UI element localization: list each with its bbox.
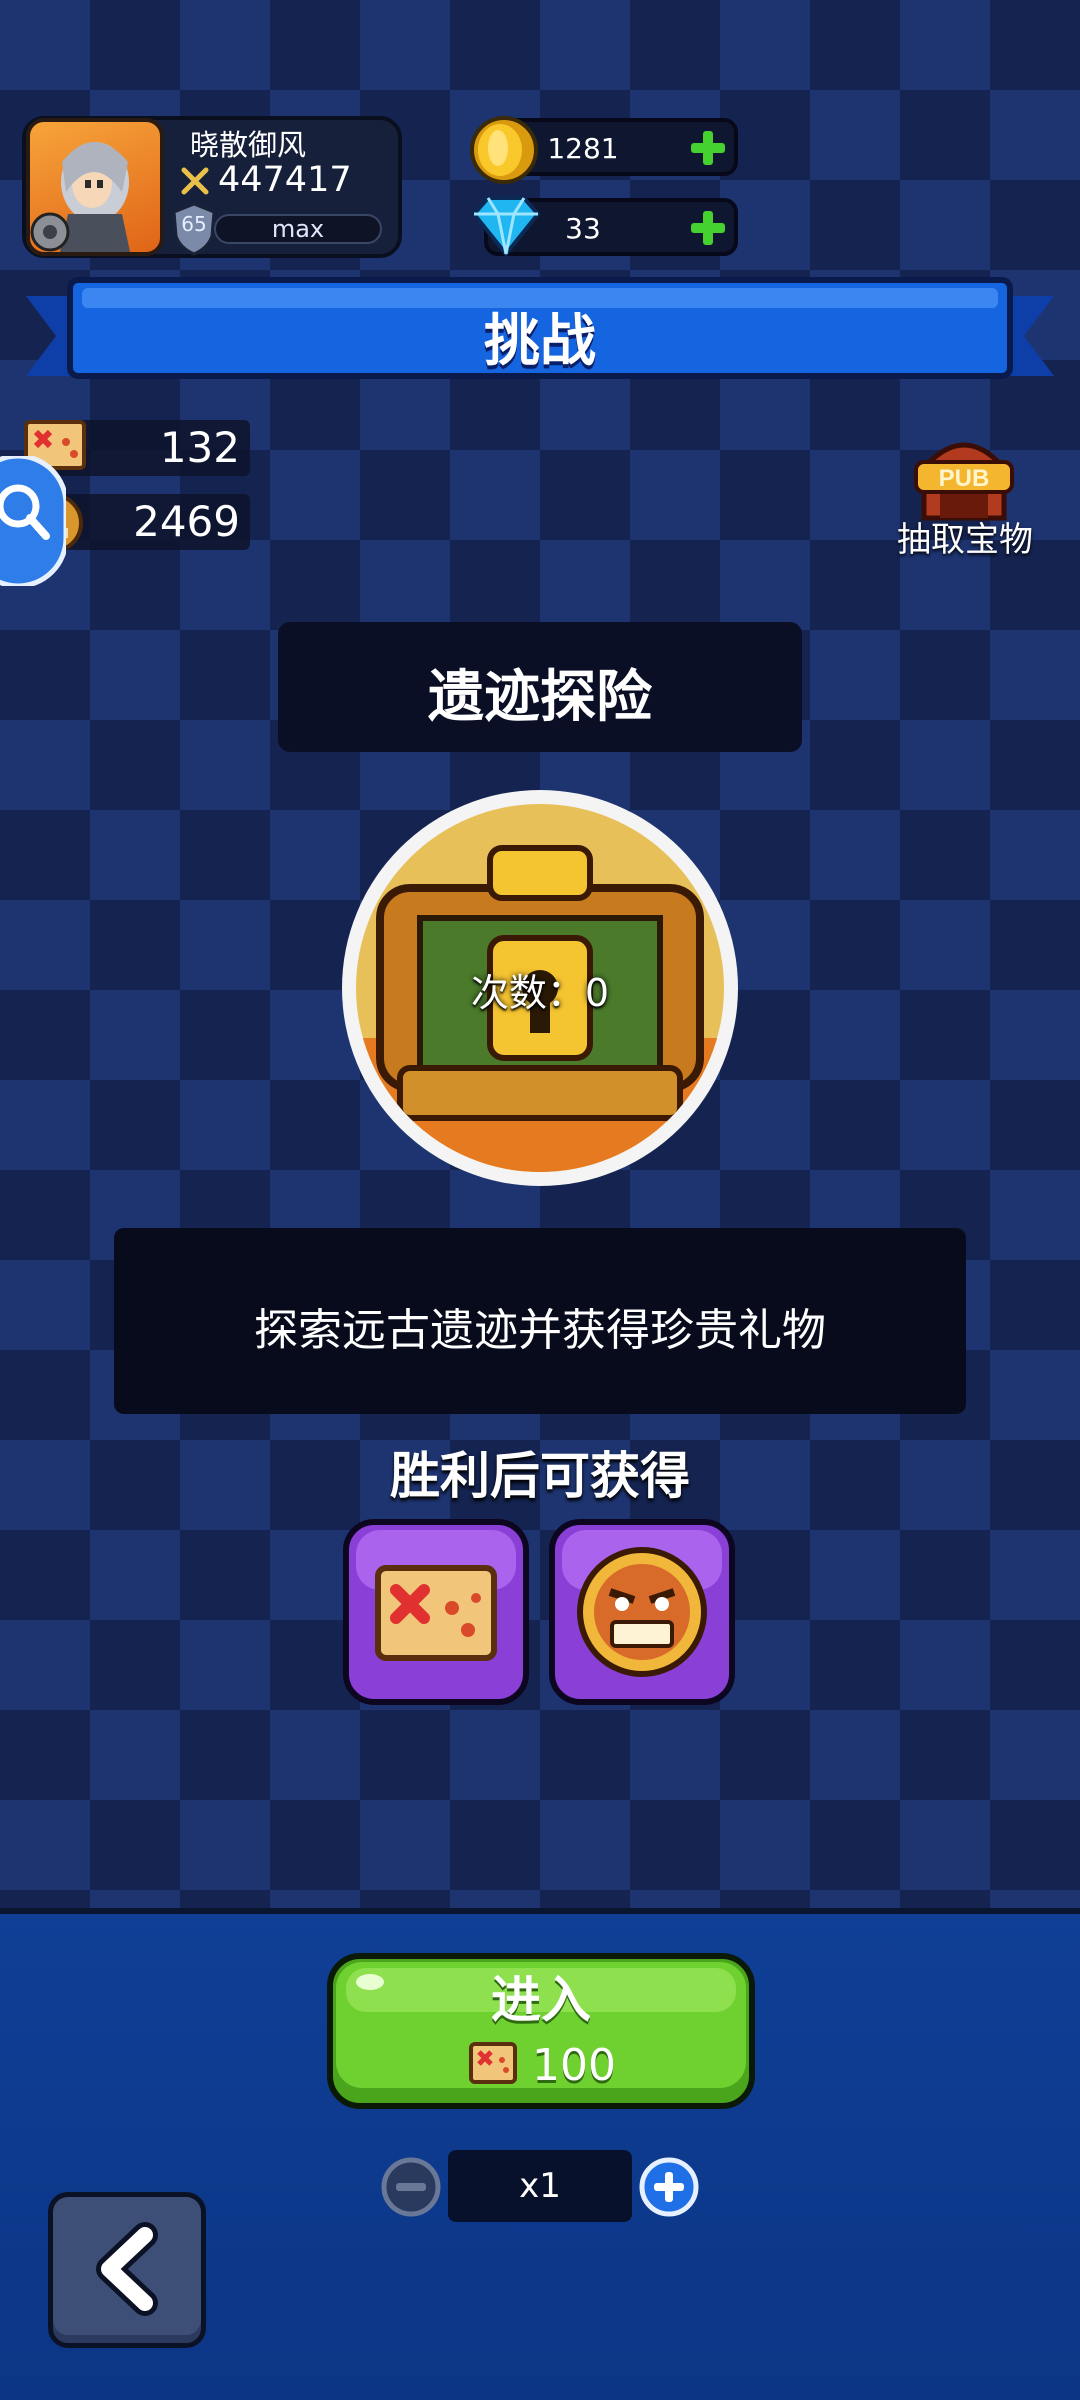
- svg-text:PUB: PUB: [939, 465, 990, 492]
- draw-treasure-label[interactable]: 抽取宝物: [880, 512, 1050, 561]
- add-coins-button[interactable]: [688, 128, 728, 168]
- enter-cost: 100: [532, 2040, 616, 2091]
- mask-count: 2469: [133, 497, 240, 546]
- side-search-button[interactable]: [0, 453, 69, 589]
- diamond-icon: [468, 194, 544, 258]
- treasure-map-icon: [375, 1565, 497, 1661]
- enter-label: 进入: [491, 1971, 591, 2029]
- quantity-display: x1: [448, 2150, 632, 2222]
- power-value: 447417: [218, 160, 352, 200]
- back-arrow-icon: [96, 2222, 158, 2316]
- mode-description: 探索远古遗迹并获得珍贵礼物: [254, 1305, 826, 1356]
- crossed-swords-icon: [180, 166, 210, 196]
- map-count: 132: [159, 423, 240, 472]
- exp-bar: max: [214, 214, 382, 244]
- tiki-mask-icon: [577, 1547, 707, 1677]
- reward-slot-map[interactable]: [342, 1518, 530, 1706]
- reward-slot-mask[interactable]: [548, 1518, 736, 1706]
- settings-gear-icon[interactable]: [26, 208, 74, 256]
- page-title: 挑战: [484, 309, 596, 374]
- decrease-quantity-button[interactable]: [380, 2156, 442, 2218]
- player-name: 晓散御风: [190, 128, 307, 162]
- treasure-map-icon: [468, 2038, 518, 2088]
- gold-coin-icon: [468, 114, 540, 186]
- add-diamonds-button[interactable]: [688, 208, 728, 248]
- mode-title: 遗迹探险: [428, 665, 652, 730]
- attempts-counter: 次数：0: [470, 971, 610, 1015]
- increase-quantity-button[interactable]: [638, 2156, 700, 2218]
- pub-treasure-icon[interactable]: PUB: [910, 428, 1018, 524]
- level-value: 65: [181, 212, 207, 236]
- rewards-title: 胜利后可获得: [390, 1447, 690, 1505]
- back-button[interactable]: [48, 2192, 206, 2348]
